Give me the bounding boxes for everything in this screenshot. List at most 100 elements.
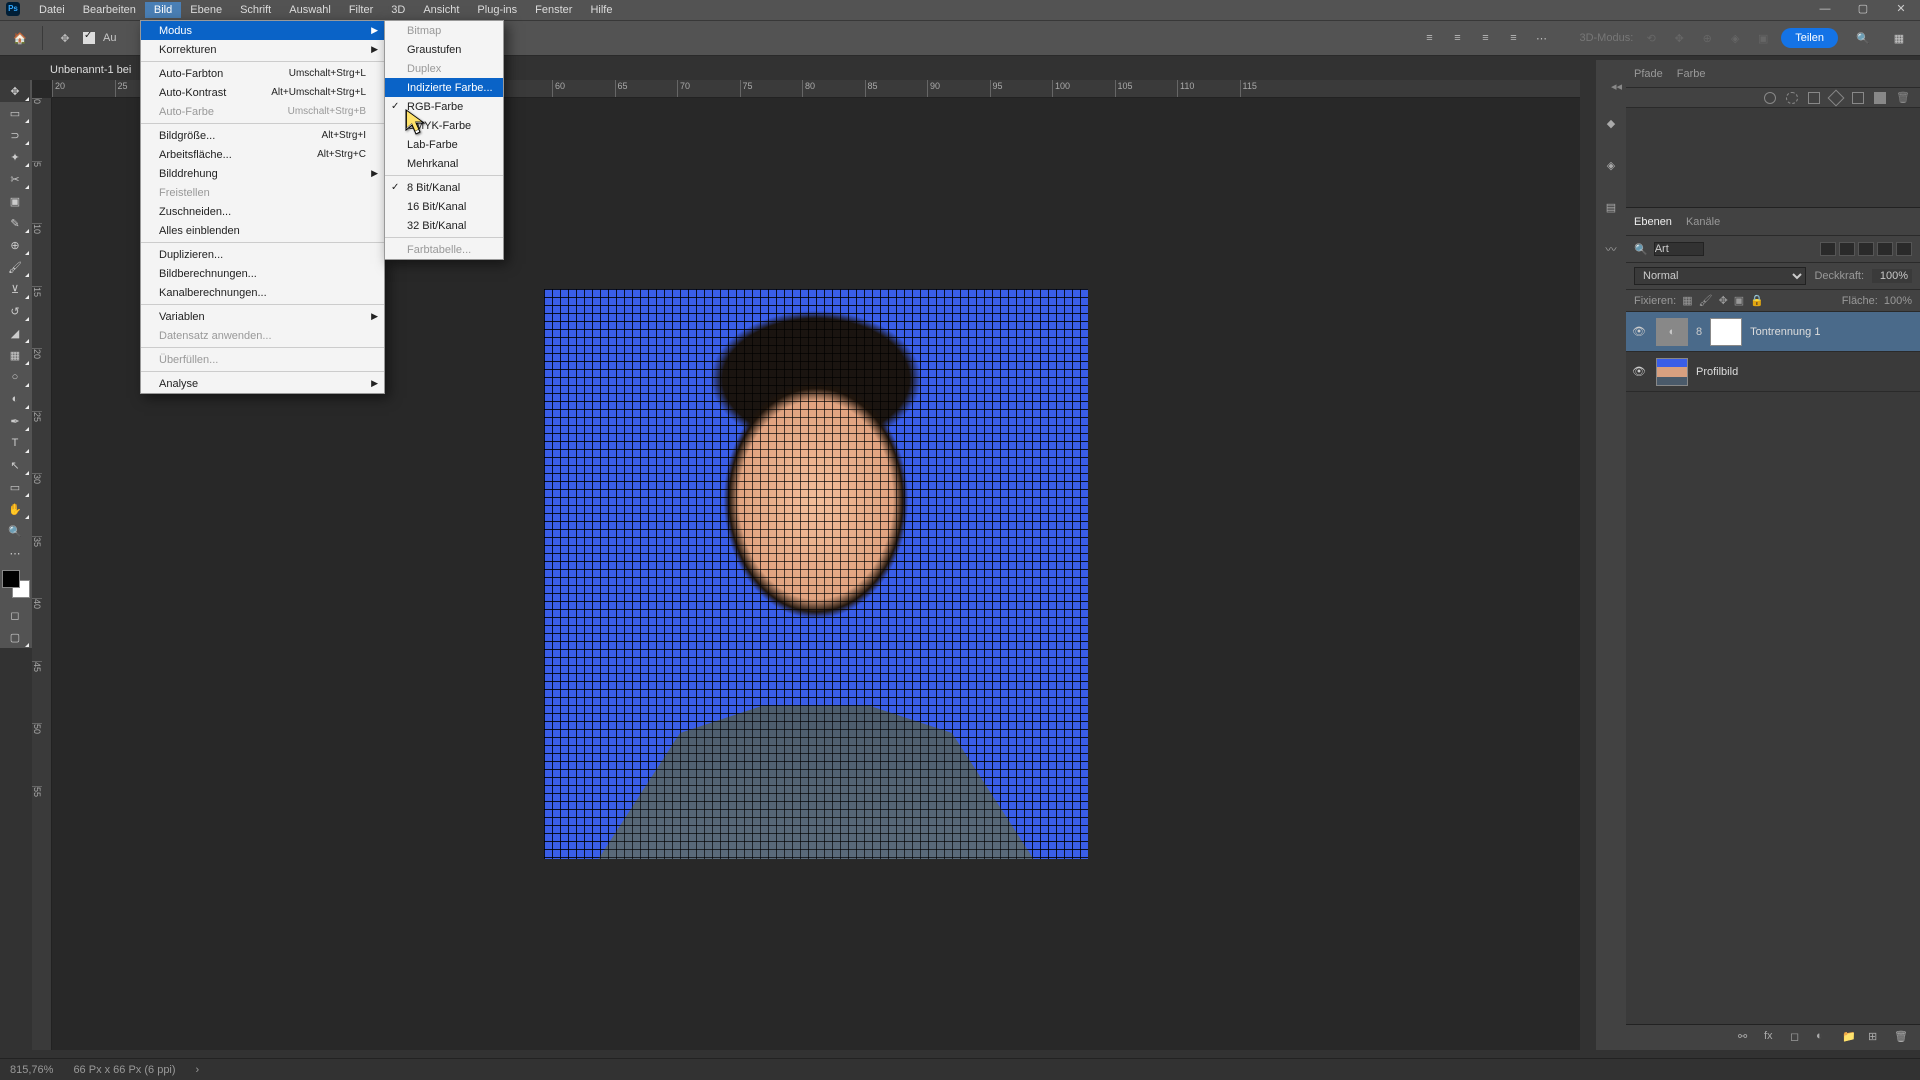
tab-kanaele[interactable]: Kanäle: [1686, 214, 1720, 230]
align-left-icon[interactable]: ≡: [1419, 28, 1439, 48]
gradient-tool-icon[interactable]: ▦: [0, 344, 30, 366]
filter-type-icon[interactable]: [1858, 242, 1874, 256]
document-tab[interactable]: Unbenannt-1 bei: [40, 59, 141, 80]
submenu-item[interactable]: Indizierte Farbe...: [385, 78, 503, 97]
marquee-tool-icon[interactable]: ▭: [0, 102, 30, 124]
menu-plugins[interactable]: Plug-ins: [468, 2, 526, 18]
menu-datei[interactable]: Datei: [30, 2, 74, 18]
history-brush-icon[interactable]: ↺: [0, 300, 30, 322]
lock-all-icon[interactable]: 🔒: [1750, 294, 1764, 307]
tab-ebenen[interactable]: Ebenen: [1634, 214, 1672, 230]
menu-3d[interactable]: 3D: [382, 2, 414, 18]
frame-tool-icon[interactable]: ▣: [0, 190, 30, 212]
new-layer-icon[interactable]: ⊞: [1868, 1030, 1884, 1046]
brush-tool-icon[interactable]: 🖌: [0, 256, 30, 278]
menu-auswahl[interactable]: Auswahl: [280, 2, 340, 18]
menu-bild[interactable]: Bild: [145, 2, 181, 18]
submenu-item[interactable]: Mehrkanal: [385, 154, 503, 173]
layer-filter-input[interactable]: [1654, 242, 1704, 256]
align-right-icon[interactable]: ≡: [1475, 28, 1495, 48]
filter-adjust-icon[interactable]: [1839, 242, 1855, 256]
layer-row[interactable]: 👁 ◐ 8 Tontrennung 1: [1626, 312, 1920, 352]
menu-filter[interactable]: Filter: [340, 2, 382, 18]
minimize-button[interactable]: —: [1806, 0, 1844, 20]
lasso-tool-icon[interactable]: ⊃: [0, 124, 30, 146]
dodge-tool-icon[interactable]: ◐: [0, 388, 30, 410]
submenu-item[interactable]: Lab-Farbe: [385, 135, 503, 154]
menu-fenster[interactable]: Fenster: [526, 2, 581, 18]
info-arrow-icon[interactable]: ›: [196, 1064, 200, 1076]
move-tool-icon[interactable]: ✥: [55, 28, 75, 48]
opacity-value[interactable]: 100%: [1872, 269, 1912, 283]
link-layers-icon[interactable]: ⚯: [1738, 1030, 1754, 1046]
3d-slide-icon[interactable]: ⊕: [1697, 28, 1717, 48]
adjustments-icon[interactable]: ◈: [1599, 153, 1623, 177]
quickmask-icon[interactable]: ◻: [0, 604, 30, 626]
lock-trans-icon[interactable]: ▦: [1682, 294, 1692, 307]
menu-item[interactable]: Arbeitsfläche...Alt+Strg+C: [141, 145, 384, 164]
menu-item[interactable]: Bilddrehung▶: [141, 164, 384, 183]
ellipse-shape-icon[interactable]: [1764, 92, 1776, 104]
visibility-icon[interactable]: 👁: [1632, 325, 1648, 338]
blur-tool-icon[interactable]: ○: [0, 366, 30, 388]
menu-item[interactable]: Variablen▶: [141, 307, 384, 326]
square-shape-icon[interactable]: [1852, 92, 1864, 104]
menu-item[interactable]: Auto-FarbtonUmschalt+Strg+L: [141, 64, 384, 83]
shape-tool-icon[interactable]: ▭: [0, 476, 30, 498]
maximize-button[interactable]: ▢: [1844, 0, 1882, 20]
menu-item[interactable]: Bildberechnungen...: [141, 264, 384, 283]
search-icon[interactable]: 🔍: [1852, 27, 1874, 49]
libraries-icon[interactable]: ▤: [1599, 195, 1623, 219]
submenu-item[interactable]: Graustufen: [385, 40, 503, 59]
layer-thumb[interactable]: [1656, 358, 1688, 386]
filter-pixel-icon[interactable]: [1820, 242, 1836, 256]
edit-toolbar-icon[interactable]: ⋯: [0, 542, 30, 564]
auto-select-checkbox[interactable]: [83, 32, 95, 44]
visibility-icon[interactable]: 👁: [1632, 365, 1648, 378]
home-icon[interactable]: 🏠: [10, 28, 30, 48]
diamond-shape-icon[interactable]: [1828, 89, 1845, 106]
canvas-image[interactable]: [544, 289, 1088, 859]
group-icon[interactable]: 📁: [1842, 1030, 1858, 1046]
3d-pan-icon[interactable]: ✥: [1669, 28, 1689, 48]
submenu-item[interactable]: ✓RGB-Farbe: [385, 97, 503, 116]
menu-item[interactable]: Auto-KontrastAlt+Umschalt+Strg+L: [141, 83, 384, 102]
submenu-item[interactable]: ✓8 Bit/Kanal: [385, 178, 503, 197]
filter-shape-icon[interactable]: [1877, 242, 1893, 256]
move-tool-icon[interactable]: ✥: [0, 80, 30, 102]
tab-pfade[interactable]: Pfade: [1634, 66, 1663, 82]
crop-tool-icon[interactable]: ✂: [0, 168, 30, 190]
mask-icon[interactable]: ◻: [1790, 1030, 1806, 1046]
pen-tool-icon[interactable]: ✒: [0, 410, 30, 432]
properties-icon[interactable]: ◆: [1599, 111, 1623, 135]
wand-tool-icon[interactable]: ✦: [0, 146, 30, 168]
filter-smart-icon[interactable]: [1896, 242, 1912, 256]
collapse-icon[interactable]: ◂◂: [1596, 80, 1626, 93]
eyedropper-tool-icon[interactable]: ✎: [0, 212, 30, 234]
menu-item[interactable]: Bildgröße...Alt+Strg+I: [141, 126, 384, 145]
3d-orbit-icon[interactable]: ⟲: [1641, 28, 1661, 48]
submenu-item[interactable]: 16 Bit/Kanal: [385, 197, 503, 216]
lock-pos-icon[interactable]: ✥: [1719, 294, 1728, 307]
menu-hilfe[interactable]: Hilfe: [581, 2, 621, 18]
lock-artboard-icon[interactable]: ▣: [1734, 294, 1744, 307]
filled-shape-icon[interactable]: [1874, 92, 1886, 104]
menu-schrift[interactable]: Schrift: [231, 2, 280, 18]
delete-layer-icon[interactable]: 🗑: [1894, 1030, 1910, 1046]
adjustment-thumb-icon[interactable]: ◐: [1656, 318, 1688, 346]
zoom-tool-icon[interactable]: 🔍: [0, 520, 30, 542]
eraser-tool-icon[interactable]: ◢: [0, 322, 30, 344]
layer-mask-thumb[interactable]: [1710, 318, 1742, 346]
delete-path-icon[interactable]: 🗑: [1896, 91, 1910, 104]
stamp-tool-icon[interactable]: ⊻: [0, 278, 30, 300]
fx-icon[interactable]: fx: [1764, 1030, 1780, 1046]
tab-farbe[interactable]: Farbe: [1677, 66, 1706, 82]
adjustment-layer-icon[interactable]: ◐: [1816, 1030, 1832, 1046]
rect-shape-icon[interactable]: [1808, 92, 1820, 104]
workspace-icon[interactable]: ▦: [1888, 27, 1910, 49]
filter-search-icon[interactable]: 🔍: [1634, 243, 1648, 256]
3d-light-icon[interactable]: ▣: [1753, 28, 1773, 48]
heal-tool-icon[interactable]: ⊕: [0, 234, 30, 256]
submenu-item[interactable]: 32 Bit/Kanal: [385, 216, 503, 235]
menu-ansicht[interactable]: Ansicht: [414, 2, 468, 18]
